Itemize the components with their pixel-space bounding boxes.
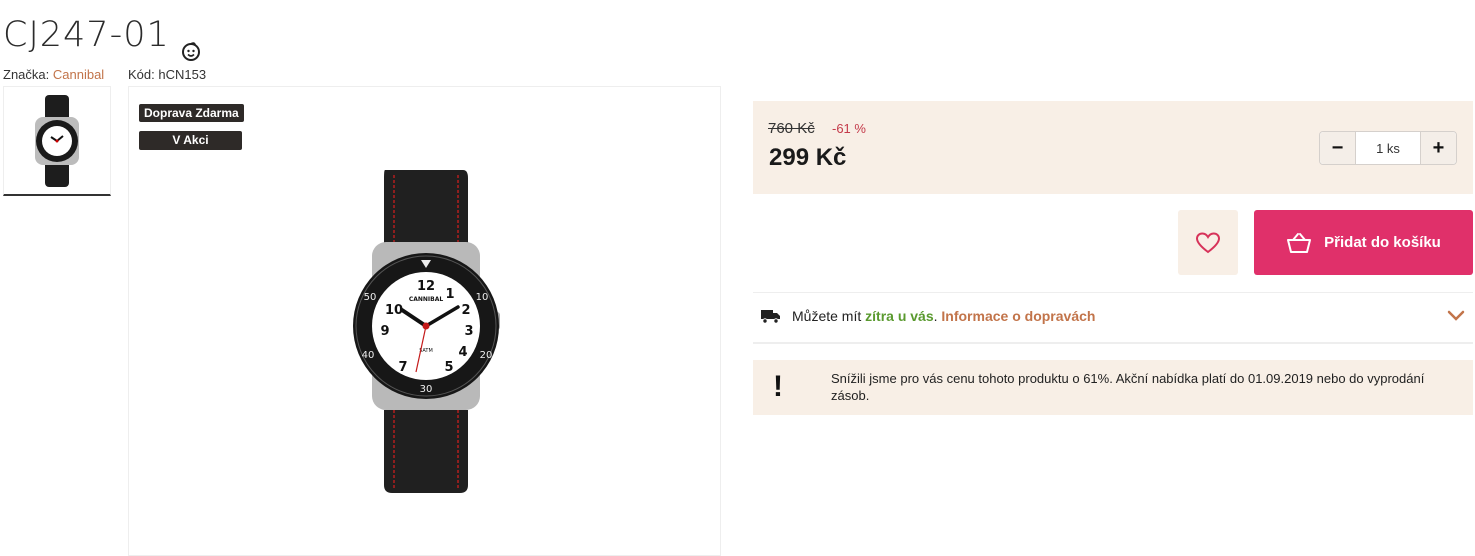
dial-4: 4 xyxy=(458,345,467,360)
heart-icon xyxy=(1195,231,1221,253)
product-title-text: CJ247-01 xyxy=(3,15,170,55)
dial-12: 12 xyxy=(417,279,435,294)
chevron-down-icon xyxy=(1447,310,1465,321)
dial-1: 1 xyxy=(445,287,454,302)
quantity-minus-button[interactable]: − xyxy=(1320,132,1356,164)
dial-9: 9 xyxy=(380,324,389,339)
add-to-cart-button[interactable]: Přidat do košíku xyxy=(1254,210,1473,275)
bezel-50: 50 xyxy=(364,292,377,303)
watch-image: 10 20 30 40 50 12 1 2 3 4 5 7 9 10 CANNI… xyxy=(353,170,500,493)
delivery-highlight: zítra u vás xyxy=(865,308,934,324)
bezel-20: 20 xyxy=(480,350,493,361)
delivery-info-link[interactable]: Informace o dopravách xyxy=(941,308,1095,324)
dial-brand: CANNIBAL xyxy=(409,296,444,303)
discount-percent: -61 % xyxy=(832,121,866,136)
basket-icon xyxy=(1287,232,1312,253)
dial-2: 2 xyxy=(461,303,470,318)
watch-thumbnail-image xyxy=(35,94,79,187)
bezel-10: 10 xyxy=(476,292,489,303)
product-image-area[interactable]: Doprava Zdarma V Akci 10 20 30 40 50 12 … xyxy=(128,86,721,556)
product-title: CJ247-01 xyxy=(3,15,202,61)
current-price: 299 Kč xyxy=(769,144,847,171)
brand-link[interactable]: Cannibal xyxy=(53,67,104,82)
discount-notice: ! Snížili jsme pro vás cenu tohoto produ… xyxy=(753,360,1473,415)
old-price: 760 Kč xyxy=(768,120,815,137)
code-label: Kód: xyxy=(128,67,155,82)
add-to-cart-label: Přidat do košíku xyxy=(1324,234,1441,251)
delivery-info: Můžete mít zítra u vás. Informace o dopr… xyxy=(760,308,1095,324)
baby-icon xyxy=(180,27,202,61)
divider xyxy=(753,292,1473,293)
delivery-separator: . xyxy=(933,308,938,324)
brand-label: Značka: xyxy=(3,67,50,82)
delivery-prefix: Můžete mít xyxy=(792,308,862,324)
brand-line: Značka: Cannibal xyxy=(3,67,104,82)
truck-icon xyxy=(761,310,780,324)
quantity-plus-button[interactable]: + xyxy=(1420,132,1456,164)
dial-3: 3 xyxy=(464,324,473,339)
dial-5: 5 xyxy=(444,360,453,375)
add-to-wishlist-button[interactable] xyxy=(1178,210,1238,275)
divider xyxy=(753,342,1473,344)
bezel-30: 30 xyxy=(420,384,433,395)
quantity-input[interactable]: 1 ks xyxy=(1356,132,1420,164)
quantity-stepper: − 1 ks + xyxy=(1319,131,1457,165)
bezel-40: 40 xyxy=(362,350,375,361)
badge-free-shipping: Doprava Zdarma xyxy=(139,104,244,122)
code-value: hCN153 xyxy=(158,67,207,82)
notice-text: Snížili jsme pro vás cenu tohoto produkt… xyxy=(831,371,1425,403)
badge-on-sale: V Akci xyxy=(139,131,242,150)
exclamation-icon: ! xyxy=(773,370,783,403)
code-line: Kód: hCN153 xyxy=(128,67,206,82)
price-panel: 760 Kč -61 % 299 Kč − 1 ks + xyxy=(753,101,1473,194)
dial-7: 7 xyxy=(398,360,407,375)
delivery-expand-toggle[interactable] xyxy=(1447,309,1465,327)
product-thumbnail[interactable] xyxy=(3,86,111,196)
